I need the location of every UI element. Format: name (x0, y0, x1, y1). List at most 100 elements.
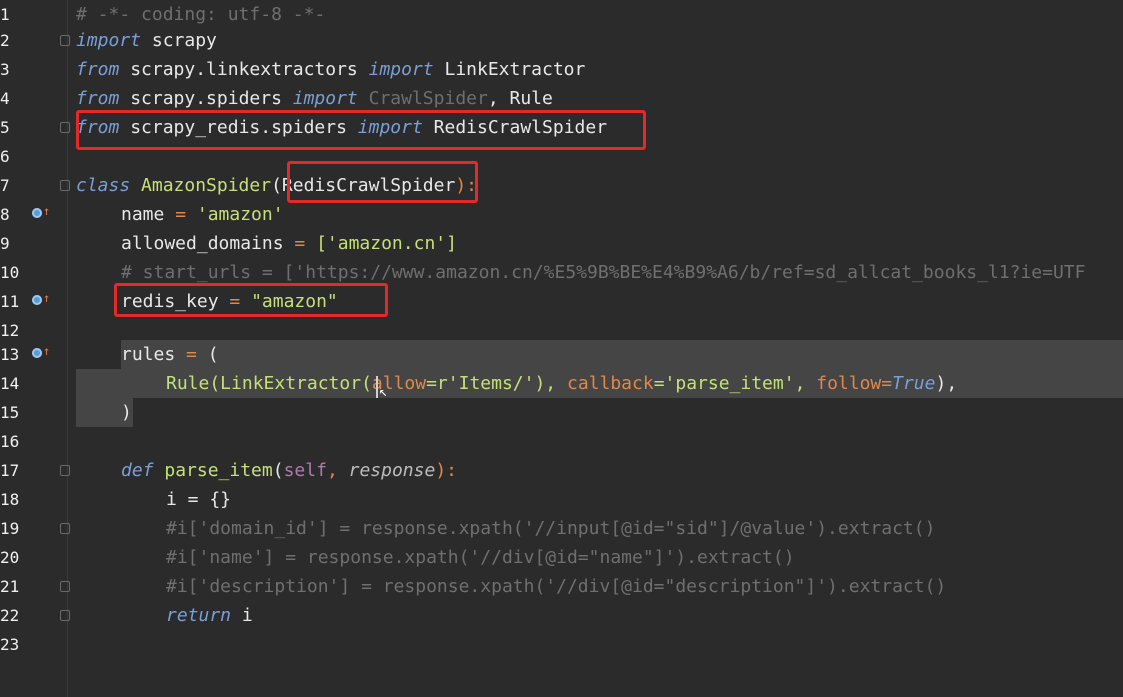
code-text: scrapy (141, 30, 217, 51)
line-number: 6 (0, 147, 10, 166)
code-line: 14 Rule(LinkExtractor(allow=r'Items/'), … (0, 369, 1123, 398)
line-number: 7 (0, 176, 10, 195)
text-caret (376, 376, 378, 398)
keyword: import (292, 88, 358, 109)
fold-icon[interactable] (60, 465, 70, 476)
code-line: 22 return i (0, 601, 1123, 630)
code-line: 21 #i['description'] = response.xpath('/… (0, 572, 1123, 601)
keyword: from (76, 59, 120, 80)
keyword: from (76, 88, 120, 109)
code-text: , Rule (487, 88, 553, 109)
line-number: 2 (0, 31, 10, 50)
code-text: ( (207, 344, 219, 365)
fold-icon[interactable] (60, 523, 70, 534)
code-line: 3 from scrapy.linkextractors import Link… (0, 55, 1123, 84)
annotation-box-redis-key (114, 283, 388, 317)
code-line: 7 class AmazonSpider(RedisCrawlSpider): (0, 171, 1123, 200)
mouse-cursor-icon: ↖ (379, 384, 388, 400)
unused-import: CrawlSpider (357, 88, 488, 109)
override-icon[interactable] (32, 295, 42, 305)
line-number: 5 (0, 118, 10, 137)
line-number: 13 (0, 345, 20, 364)
code-text: i (231, 605, 253, 626)
string: 'amazon' (196, 204, 284, 225)
code-text: scrapy.spiders (119, 88, 293, 109)
fold-icon[interactable] (60, 180, 70, 191)
code-line: 16 (0, 427, 1123, 456)
line-number: 21 (0, 577, 20, 596)
fold-icon[interactable] (60, 122, 70, 133)
keyword: True (892, 373, 936, 394)
line-number: 4 (0, 89, 10, 108)
operator: = (881, 373, 893, 394)
keyword-arg: follow (816, 373, 882, 394)
comment: #i['domain_id'] = response.xpath('//inpu… (166, 518, 936, 539)
line-number: 9 (0, 234, 10, 253)
operator: = (164, 204, 197, 225)
code-text: ( (271, 175, 282, 196)
annotation-box-import (76, 110, 646, 150)
line-number: 18 (0, 490, 20, 509)
up-arrow-icon: ↑ (43, 344, 51, 358)
line-number: 10 (0, 263, 20, 282)
code-text: LinkExtractor (433, 59, 586, 80)
line-number: 17 (0, 461, 20, 480)
code-text: scrapy.linkextractors (119, 59, 369, 80)
keyword: def (121, 460, 154, 481)
line-number: 22 (0, 606, 20, 625)
code-text: ='parse_item', (653, 373, 817, 394)
code-line: 13 ↑ rules = ( (0, 340, 1123, 369)
code-line: 8 ↑ name = 'amazon' (0, 200, 1123, 229)
code-text: ), (935, 373, 958, 394)
keyword: import (76, 30, 142, 51)
code-text: =r'Items/'), (426, 373, 567, 394)
line-number: 16 (0, 432, 20, 451)
variable: allowed_domains (121, 233, 284, 254)
class-name: AmazonSpider (130, 175, 272, 196)
up-arrow-icon: ↑ (43, 291, 51, 305)
code-text: # -*- coding: utf-8 -*- (76, 4, 326, 25)
code-text: ( (272, 460, 284, 481)
code-text: , (326, 460, 349, 481)
code-line: 18 i = {} (0, 485, 1123, 514)
self-param: self (283, 460, 327, 481)
operator: = (283, 233, 317, 254)
function-name: parse_item (153, 460, 273, 481)
code-line: 1 # -*- coding: utf-8 -*- (0, 0, 1123, 29)
fold-icon[interactable] (60, 610, 70, 621)
line-number: 3 (0, 60, 10, 79)
variable: rules (121, 344, 176, 365)
operator: = (175, 344, 208, 365)
code-text: Rule(LinkExtractor( (166, 373, 372, 394)
line-number: 1 (0, 5, 10, 24)
line-number: 19 (0, 519, 20, 538)
string: ['amazon.cn'] (316, 233, 457, 254)
line-number: 11 (0, 292, 20, 311)
line-number: 14 (0, 374, 20, 393)
keyword: class (76, 175, 131, 196)
code-text: ) (121, 402, 132, 423)
line-number: 8 (0, 205, 10, 224)
variable: name (121, 204, 165, 225)
up-arrow-icon: ↑ (43, 204, 51, 218)
keyword: return (166, 605, 232, 626)
code-line: 17 def parse_item(self, response): (0, 456, 1123, 485)
param: response (348, 460, 436, 481)
code-line: 4 from scrapy.spiders import CrawlSpider… (0, 84, 1123, 113)
fold-icon[interactable] (60, 581, 70, 592)
override-icon[interactable] (32, 208, 42, 218)
keyword-arg: callback (566, 373, 654, 394)
code-line: 9 allowed_domains = ['amazon.cn'] (0, 229, 1123, 258)
line-number: 23 (0, 635, 20, 654)
fold-icon[interactable] (60, 35, 70, 46)
override-icon[interactable] (32, 348, 42, 358)
code-line: 19 #i['domain_id'] = response.xpath('//i… (0, 514, 1123, 543)
line-number: 15 (0, 403, 20, 422)
code-text: ): (435, 460, 458, 481)
comment: #i['description'] = response.xpath('//di… (166, 576, 947, 597)
comment: #i['name'] = response.xpath('//div[@id="… (166, 547, 795, 568)
code-line: 2 import scrapy (0, 26, 1123, 55)
code-line: 20 #i['name'] = response.xpath('//div[@i… (0, 543, 1123, 572)
keyword: import (368, 59, 434, 80)
code-text: i = {} (166, 489, 232, 510)
